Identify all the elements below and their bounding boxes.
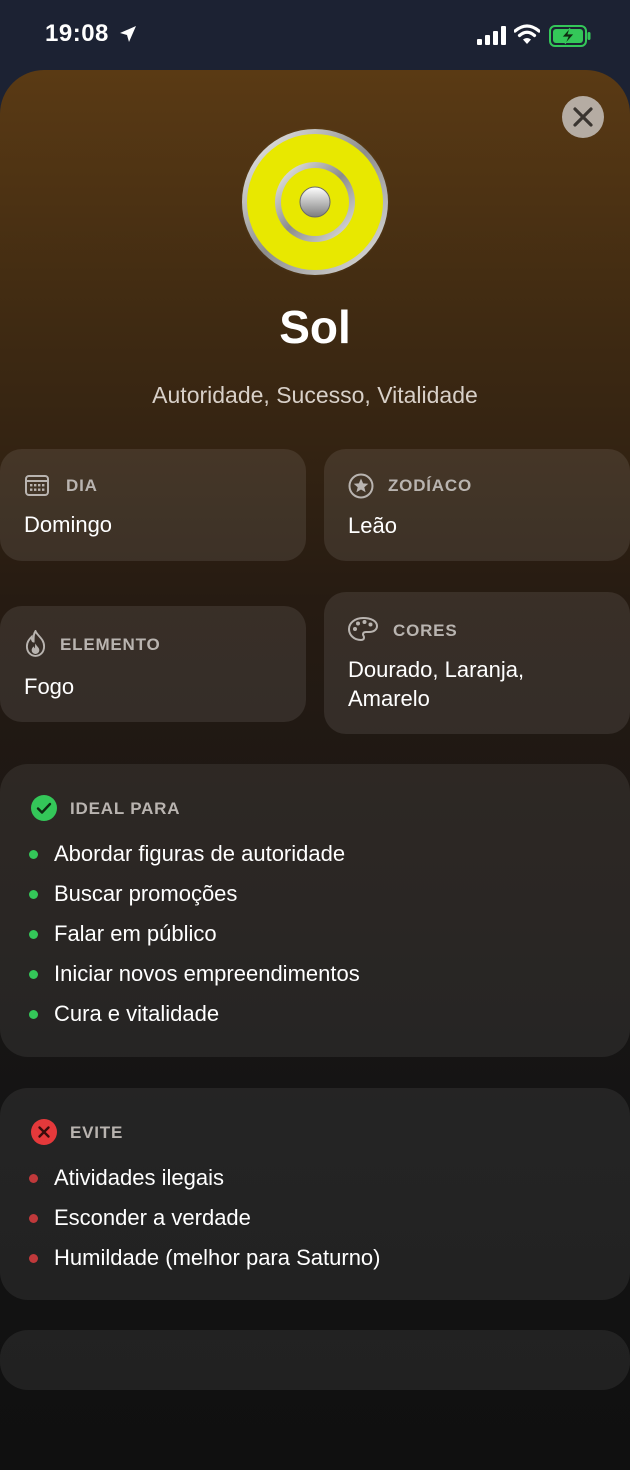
list-item: Cura e vitalidade (54, 1001, 220, 1026)
info-card-dia: DIA Domingo (0, 449, 306, 561)
dia-value: Domingo (24, 512, 113, 537)
battery-charging-icon (549, 25, 591, 47)
star-circle-icon (348, 473, 374, 499)
bullet-dot (29, 850, 38, 859)
wifi-icon (514, 24, 540, 44)
bullet-dot (29, 890, 38, 899)
elemento-value: Fogo (24, 674, 75, 699)
info-card-cores: CORES Dourado, Laranja, Amarelo (324, 592, 630, 734)
cores-value-line1: Dourado, Laranja, (348, 657, 525, 682)
next-card (0, 1330, 630, 1390)
dia-label: DIA (66, 476, 98, 495)
list-item: Buscar promoções (54, 881, 238, 906)
palette-icon (348, 616, 378, 642)
evite-label: EVITE (70, 1123, 124, 1142)
x-circle-icon (31, 1119, 57, 1145)
list-item: Humildade (melhor para Saturno) (54, 1245, 381, 1270)
bullet-dot (29, 1174, 38, 1183)
flame-icon (25, 630, 46, 657)
bullet-dot (29, 970, 38, 979)
zodiaco-label: ZODÍACO (388, 476, 472, 495)
list-item: Falar em público (54, 921, 217, 946)
cellular-signal-icon (477, 26, 506, 45)
ideal-para-label: IDEAL PARA (70, 799, 181, 818)
evite-card: EVITE Atividades ilegais Esconder a verd… (0, 1088, 630, 1300)
status-bar: 19:08 (0, 0, 630, 70)
cores-label: CORES (393, 621, 458, 640)
info-card-zodiaco: ZODÍACO Leão (324, 449, 630, 561)
page-title: Sol (279, 301, 351, 353)
status-time: 19:08 (45, 20, 109, 47)
page-subtitle: Autoridade, Sucesso, Vitalidade (152, 382, 478, 408)
bullet-dot (29, 1010, 38, 1019)
checkmark-circle-icon (31, 795, 57, 821)
bullet-dot (29, 1214, 38, 1223)
info-card-elemento: ELEMENTO Fogo (0, 606, 306, 722)
calendar-icon (25, 475, 49, 496)
elemento-label: ELEMENTO (60, 635, 161, 654)
list-item: Iniciar novos empreendimentos (54, 961, 360, 986)
bullet-dot (29, 930, 38, 939)
ideal-para-card: IDEAL PARA Abordar figuras de autoridade… (0, 764, 630, 1057)
list-item: Atividades ilegais (54, 1165, 224, 1190)
bullet-dot (29, 1254, 38, 1263)
close-icon (573, 107, 593, 127)
close-button[interactable] (562, 96, 604, 138)
zodiaco-value: Leão (348, 513, 397, 538)
list-item: Abordar figuras de autoridade (54, 841, 346, 866)
cores-value-line2: Amarelo (348, 686, 430, 711)
sun-planet-icon (240, 127, 390, 277)
list-item: Esconder a verdade (54, 1205, 251, 1230)
location-arrow-icon (120, 26, 136, 42)
